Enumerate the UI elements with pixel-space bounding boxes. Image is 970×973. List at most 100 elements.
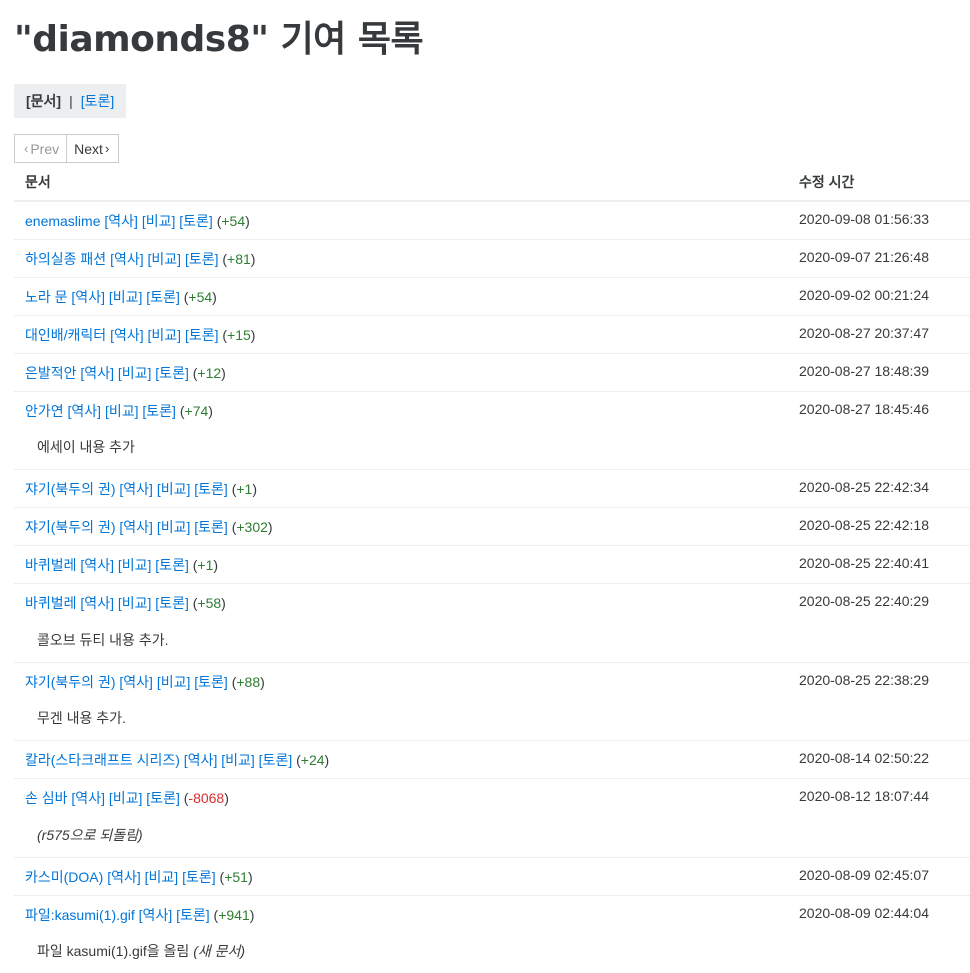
- diff-link[interactable]: [비교]: [118, 595, 152, 611]
- change-close-paren: ): [208, 402, 213, 419]
- discussion-link[interactable]: [토론]: [194, 674, 228, 690]
- history-link[interactable]: [역사]: [110, 251, 144, 267]
- diff-link[interactable]: [비교]: [157, 481, 191, 497]
- diff-link[interactable]: [비교]: [109, 289, 143, 305]
- change-size: +1: [236, 481, 253, 497]
- edit-summary: 파일 kasumi(1).gif을 올림: [37, 943, 190, 959]
- document-link[interactable]: 카스미(DOA): [25, 869, 103, 885]
- document-link[interactable]: 안가연: [25, 403, 64, 419]
- edit-time: 2020-08-25 22:42:34: [781, 469, 970, 508]
- document-link[interactable]: 파일:kasumi(1).gif: [25, 907, 135, 923]
- document-link[interactable]: 바퀴벌레: [25, 595, 77, 611]
- contributions-table: 문서 수정 시간 enemaslime [역사] [비교] [토론] (+54)…: [14, 164, 970, 973]
- discussion-link[interactable]: [토론]: [146, 289, 180, 305]
- page-title: "diamonds8" 기여 목록: [14, 19, 424, 60]
- edit-summary-note: (새 문서): [193, 943, 246, 959]
- diff-link[interactable]: [비교]: [145, 869, 179, 885]
- discussion-link[interactable]: [토론]: [182, 869, 216, 885]
- document-link[interactable]: 대인배/캐릭터: [25, 327, 106, 343]
- history-link[interactable]: [역사]: [80, 557, 114, 573]
- diff-link[interactable]: [비교]: [148, 251, 182, 267]
- column-header-time: 수정 시간: [781, 164, 970, 202]
- table-row: 쟈기(북두의 권) [역사] [비교] [토론] (+302) 2020-08-2…: [14, 507, 970, 546]
- document-link[interactable]: 바퀴벌레: [25, 557, 77, 573]
- history-link[interactable]: [역사]: [119, 481, 153, 497]
- table-row: 노라 문 [역사] [비교] [토론] (+54) 2020-09-02 00:2…: [14, 276, 970, 315]
- diff-link[interactable]: [비교]: [109, 790, 143, 806]
- prev-label: Prev: [30, 140, 60, 157]
- discussion-link[interactable]: [토론]: [155, 595, 189, 611]
- document-link[interactable]: 칼라(스타크래프트 시리즈): [25, 752, 180, 768]
- discussion-link[interactable]: [토론]: [185, 251, 219, 267]
- document-link[interactable]: 은발적안: [25, 365, 77, 381]
- table-row: 바퀴벌레 [역사] [비교] [토론] (+1) 2020-08-25 22:40…: [14, 545, 970, 584]
- table-row: 은발적안 [역사] [비교] [토론] (+12) 2020-08-27 18:4…: [14, 352, 970, 391]
- history-link[interactable]: [역사]: [139, 907, 173, 923]
- history-link[interactable]: [역사]: [110, 327, 144, 343]
- document-cell: 바퀴벌레 [역사] [비교] [토론] (+58): [14, 583, 781, 622]
- diff-link[interactable]: [비교]: [118, 557, 152, 573]
- table-row: 쟈기(북두의 권) [역사] [비교] [토론] (+88) 2020-08-25…: [14, 661, 970, 700]
- discussion-link[interactable]: [토론]: [259, 752, 293, 768]
- diff-link[interactable]: [비교]: [157, 519, 191, 535]
- change-size: +12: [197, 364, 222, 381]
- diff-link[interactable]: [비교]: [148, 327, 182, 343]
- diff-link[interactable]: [비교]: [105, 403, 139, 419]
- edit-time: 2020-08-25 22:40:41: [781, 545, 970, 584]
- history-link[interactable]: [역사]: [184, 752, 218, 768]
- discussion-link[interactable]: [토론]: [155, 557, 189, 573]
- document-link[interactable]: 쟈기(북두의 권): [25, 674, 116, 690]
- table-row: 하의실종 패션 [역사] [비교] [토론] (+81) 2020-09-07 2…: [14, 238, 970, 277]
- diff-link[interactable]: [비교]: [142, 213, 176, 229]
- history-link[interactable]: [역사]: [119, 674, 153, 690]
- change-close-paren: ): [245, 213, 250, 229]
- history-link[interactable]: [역사]: [80, 595, 114, 611]
- change-close-paren: ): [213, 557, 219, 573]
- change-close-paren: ): [250, 326, 256, 343]
- document-link[interactable]: 노라 문: [25, 289, 68, 305]
- document-link[interactable]: 손 심바: [25, 790, 68, 806]
- discussion-link[interactable]: [토론]: [142, 403, 176, 419]
- summary-row: (r575으로 되돌림): [14, 817, 970, 858]
- history-link[interactable]: [역사]: [71, 790, 105, 806]
- document-cell: 하의실종 패션 [역사] [비교] [토론] (+81): [14, 238, 781, 277]
- history-link[interactable]: [역사]: [104, 213, 138, 229]
- summary-row: 무겐 내용 추가.: [14, 700, 970, 741]
- discussion-link[interactable]: [토론]: [194, 481, 228, 497]
- tab-discussion[interactable]: [토론]: [81, 91, 115, 111]
- document-link[interactable]: enemaslime: [25, 213, 100, 229]
- history-link[interactable]: [역사]: [71, 289, 105, 305]
- change-close-paren: ): [221, 595, 226, 611]
- summary-cell: 에세이 내용 추가: [14, 429, 970, 470]
- document-cell: 쟈기(북두의 권) [역사] [비교] [토론] (+88): [14, 661, 781, 700]
- namespace-tabs: [문서] | [토론]: [14, 84, 127, 118]
- discussion-link[interactable]: [토론]: [155, 365, 189, 381]
- discussion-link[interactable]: [토론]: [146, 790, 180, 806]
- change-close-paren: ): [267, 519, 273, 535]
- history-link[interactable]: [역사]: [107, 869, 141, 885]
- table-row: enemaslime [역사] [비교] [토론] (+54) 2020-09-0…: [14, 200, 970, 239]
- discussion-link[interactable]: [토론]: [185, 327, 219, 343]
- discussion-link[interactable]: [토론]: [194, 519, 228, 535]
- diff-link[interactable]: [비교]: [157, 674, 191, 690]
- summary-row: 콜오브 듀티 내용 추가.: [14, 622, 970, 663]
- history-link[interactable]: [역사]: [80, 365, 114, 381]
- discussion-link[interactable]: [토론]: [176, 907, 210, 923]
- edit-time: 2020-08-12 18:07:44: [781, 778, 970, 817]
- discussion-link[interactable]: [토론]: [179, 213, 213, 229]
- table-row: 안가연 [역사] [비교] [토론] (+74) 2020-08-27 18:45…: [14, 390, 970, 429]
- edit-time: 2020-09-08 01:56:33: [781, 200, 970, 239]
- document-link[interactable]: 하의실종 패션: [25, 251, 106, 267]
- document-link[interactable]: 쟈기(북두의 권): [25, 481, 116, 497]
- change-close-paren: ): [224, 790, 229, 806]
- summary-cell: 무겐 내용 추가.: [14, 700, 970, 741]
- diff-link[interactable]: [비교]: [118, 365, 152, 381]
- diff-link[interactable]: [비교]: [221, 752, 255, 768]
- next-button[interactable]: Next ›: [66, 134, 120, 163]
- document-link[interactable]: 쟈기(북두의 권): [25, 519, 116, 535]
- tab-documents[interactable]: [문서]: [26, 91, 61, 111]
- prev-button[interactable]: ‹ Prev: [14, 134, 67, 163]
- history-link[interactable]: [역사]: [68, 403, 102, 419]
- summary-cell: (r575으로 되돌림): [14, 817, 970, 858]
- history-link[interactable]: [역사]: [119, 519, 153, 535]
